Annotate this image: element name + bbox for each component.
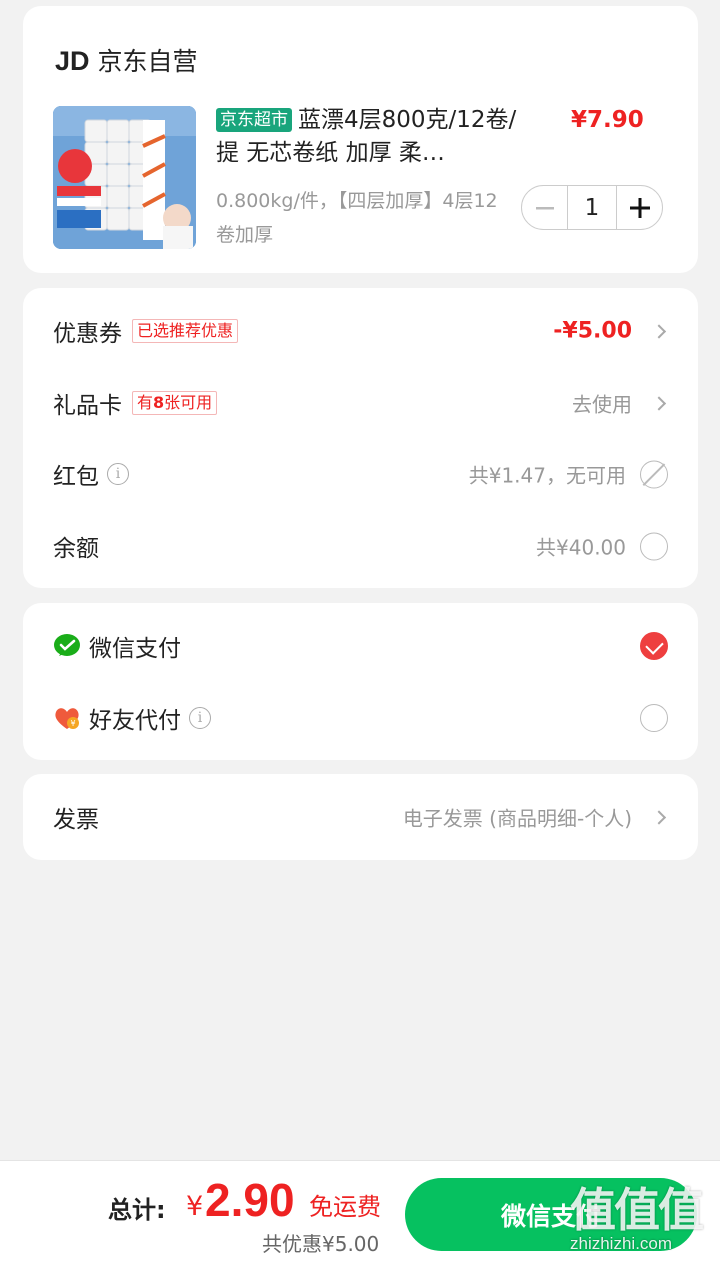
invoice-row[interactable]: 发票 电子发票 (商品明细-个人) [23,782,698,852]
total-label: 总计: [108,1196,166,1224]
chevron-right-icon [651,809,667,825]
free-shipping-label: 免运费 [309,1193,381,1221]
payment-method-card: 微信支付 ¥ 好友代付 i [23,603,698,760]
increase-quantity-button[interactable] [617,185,662,230]
gift-card-badge: 有8张可用 [132,391,218,415]
friend-pay-row[interactable]: ¥ 好友代付 i [23,683,698,753]
jd-logo: JD [55,46,90,76]
total-savings[interactable]: 共优惠¥5.00 [262,1228,379,1257]
product-price: ¥7.90 [571,107,644,133]
store-header[interactable]: JD 京东自营 [55,42,198,78]
svg-text:¥: ¥ [70,719,75,728]
chevron-right-icon [651,323,667,339]
store-name: 京东自营 [97,47,198,76]
total-currency: ¥ [186,1191,204,1222]
wechat-pay-icon [54,634,80,656]
wechat-pay-row[interactable]: 微信支付 [23,611,698,681]
discounts-card: 优惠券 已选推荐优惠 -¥5.00 礼品卡 有8张可用 去使用 红包 i 共¥1… [23,288,698,588]
balance-label: 余额 [53,536,99,562]
store-card: JD京东自营 京东超市蓝漂4层800克/12卷/提 无芯卷纸 加厚 柔… ¥ [23,6,698,273]
product-title[interactable]: 京东超市 蓝漂4层800克/12卷/提 无芯卷纸 加厚 柔… [216,104,526,170]
invoice-value: 电子发票 (商品明细-个人) [402,806,632,831]
jd-supermarket-tag: 京东超市 [216,108,292,132]
product-image[interactable] [53,106,196,249]
friend-pay-heart-icon: ¥ [55,708,79,729]
info-icon[interactable]: i [107,463,129,485]
product-spec[interactable]: 0.800kg/件，【四层加厚】4层12卷加厚 [216,184,506,252]
invoice-card: 发票 电子发票 (商品明细-个人) [23,774,698,860]
minus-icon [535,206,554,209]
friend-pay-label: 好友代付 [89,708,181,734]
gift-card-label: 礼品卡 [53,393,122,419]
balance-value: 共¥40.00 [536,535,626,560]
quantity-value[interactable]: 1 [567,185,617,230]
friend-pay-radio[interactable] [640,704,668,732]
plus-icon [629,197,650,218]
coupon-badge: 已选推荐优惠 [132,319,239,343]
invoice-label: 发票 [53,807,99,833]
red-packet-label: 红包 [53,464,99,490]
disabled-radio-icon [640,460,668,488]
red-packet-row: 红包 i 共¥1.47，无可用 [23,439,698,509]
gift-card-row[interactable]: 礼品卡 有8张可用 去使用 [23,368,698,438]
quantity-stepper: 1 [521,185,663,230]
gift-card-action: 去使用 [572,392,632,417]
toilet-paper-image [53,106,196,249]
wechat-pay-label: 微信支付 [89,636,181,662]
coupon-label: 优惠券 [53,321,122,347]
coupon-value: -¥5.00 [553,318,632,344]
total-amount: 2.90 [205,1174,295,1226]
wechat-pay-radio-checked[interactable] [640,632,668,660]
red-packet-value: 共¥1.47，无可用 [468,463,626,488]
chevron-right-icon [651,395,667,411]
balance-row[interactable]: 余额 共¥40.00 [23,511,698,581]
decrease-quantity-button[interactable] [522,185,567,230]
checkout-bar: 总计: ¥ 2.90 免运费 共优惠¥5.00 微信支付 [0,1160,720,1265]
coupon-row[interactable]: 优惠券 已选推荐优惠 -¥5.00 [23,296,698,366]
info-icon[interactable]: i [189,707,211,729]
wechat-pay-button[interactable]: 微信支付 [405,1178,697,1251]
balance-radio[interactable] [640,532,668,560]
